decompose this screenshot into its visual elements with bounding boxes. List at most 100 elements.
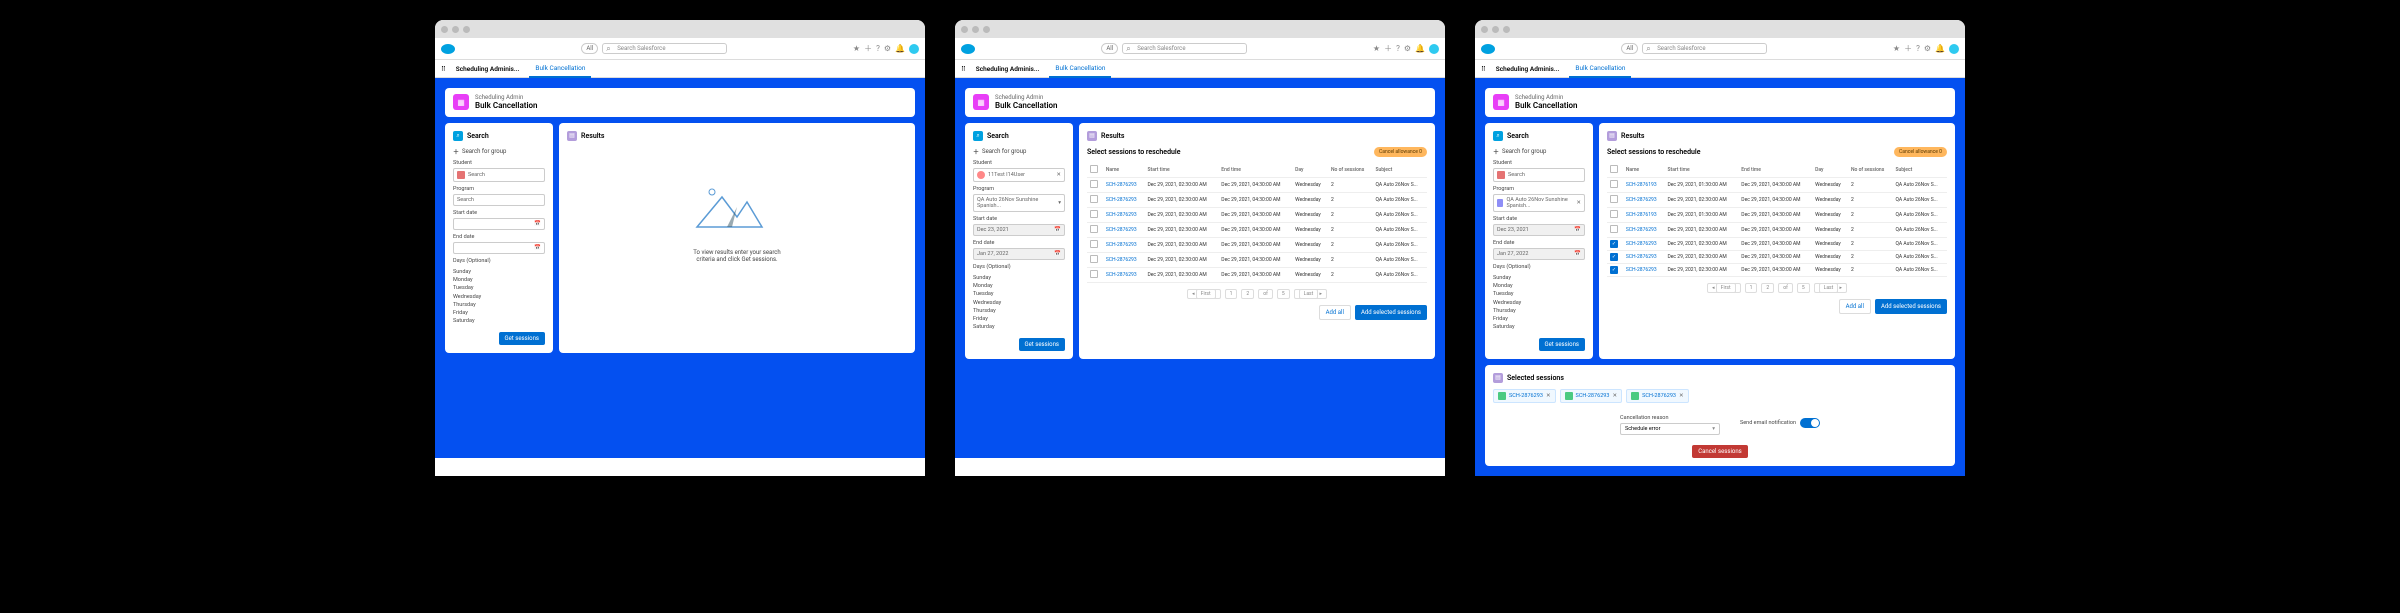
user-avatar[interactable] (1429, 44, 1439, 54)
row-checkbox[interactable] (1090, 210, 1098, 218)
remove-chip-icon[interactable]: ✕ (1679, 393, 1684, 399)
pager-page[interactable]: 2 (1241, 289, 1254, 299)
session-link[interactable]: SCH-2876193 (1626, 212, 1657, 218)
col-header[interactable]: No of sessions (1848, 163, 1893, 178)
row-checkbox[interactable] (1090, 255, 1098, 263)
session-link[interactable]: SCH-2876293 (1106, 242, 1137, 248)
day-option[interactable]: Saturday (1493, 323, 1585, 331)
row-checkbox[interactable] (1610, 210, 1618, 218)
day-option[interactable]: Thursday (973, 307, 1065, 315)
calendar-icon[interactable]: 📅 (534, 221, 541, 227)
day-option[interactable]: Wednesday (453, 293, 545, 301)
checkbox-all[interactable] (1610, 165, 1618, 173)
session-link[interactable]: SCH-2876293 (1626, 227, 1657, 233)
pager-first[interactable]: ◂ First (1187, 289, 1221, 299)
col-header[interactable]: Day (1292, 163, 1328, 178)
chevron-down-icon[interactable]: ▾ (1058, 200, 1061, 206)
get-sessions-button[interactable]: Get sessions (1539, 338, 1585, 351)
table-row[interactable]: SCH-2876193Dec 29, 2021, 01:30:00 AMDec … (1607, 177, 1947, 192)
app-launcher-icon[interactable]: ⠿ (441, 65, 446, 73)
clear-icon[interactable]: ✕ (1056, 172, 1061, 178)
day-option[interactable]: Sunday (973, 274, 1065, 282)
table-row[interactable]: SCH-2876293Dec 29, 2021, 02:30:00 AMDec … (1087, 222, 1427, 237)
table-row[interactable]: ✓SCH-2876293Dec 29, 2021, 02:30:00 AMDec… (1607, 250, 1947, 263)
remove-chip-icon[interactable]: ✕ (1546, 393, 1551, 399)
pager-page[interactable]: 2 (1761, 283, 1774, 293)
help-icon[interactable]: ? (876, 44, 880, 53)
pager-first[interactable]: ◂ First (1707, 283, 1741, 293)
add-selected-button[interactable]: Add selected sessions (1355, 305, 1427, 320)
selected-chip[interactable]: SCH-2876293✕ (1560, 389, 1623, 403)
session-link[interactable]: SCH-2876293 (1106, 212, 1137, 218)
pager-last[interactable]: Last ▸ (1294, 289, 1327, 299)
notifications-bell-icon[interactable]: 🔔 (1935, 44, 1945, 53)
session-link[interactable]: SCH-2876293 (1106, 227, 1137, 233)
table-row[interactable]: SCH-2876293Dec 29, 2021, 02:30:00 AMDec … (1087, 177, 1427, 192)
program-input[interactable]: Search (453, 194, 545, 206)
table-row[interactable]: SCH-2876293Dec 29, 2021, 02:30:00 AMDec … (1087, 267, 1427, 282)
tab-bulk-cancellation[interactable]: Bulk Cancellation (1569, 60, 1631, 78)
program-pill[interactable]: QA Auto 26Nov Sunshine Spanish...✕ (1493, 194, 1585, 212)
day-option[interactable]: Thursday (453, 301, 545, 309)
add-icon[interactable]: ＋ (1384, 43, 1392, 54)
favorites-icon[interactable]: ★ (1893, 44, 1900, 53)
help-icon[interactable]: ? (1916, 44, 1920, 53)
row-checkbox[interactable] (1090, 180, 1098, 188)
add-all-button[interactable]: Add all (1839, 299, 1871, 314)
day-option[interactable]: Thursday (1493, 307, 1585, 315)
remove-chip-icon[interactable]: ✕ (1612, 393, 1617, 399)
col-header[interactable]: Subject (1892, 163, 1947, 178)
row-checkbox[interactable]: ✓ (1610, 253, 1618, 261)
day-option[interactable]: Monday (1493, 282, 1585, 290)
app-launcher-icon[interactable]: ⠿ (961, 65, 966, 73)
program-select[interactable]: QA Auto 26Nov Sunshine Spanish...▾ (973, 194, 1065, 212)
add-all-button[interactable]: Add all (1319, 305, 1351, 320)
table-row[interactable]: SCH-2876293Dec 29, 2021, 02:30:00 AMDec … (1087, 252, 1427, 267)
cancel-sessions-button[interactable]: Cancel sessions (1692, 445, 1748, 458)
day-option[interactable]: Sunday (1493, 274, 1585, 282)
table-row[interactable]: SCH-2876293Dec 29, 2021, 02:30:00 AMDec … (1087, 237, 1427, 252)
enddate-input[interactable]: 📅 (453, 242, 545, 254)
search-for-group-link[interactable]: ＋Search for group (973, 147, 1065, 156)
search-for-group-link[interactable]: ＋Search for group (453, 147, 545, 156)
startdate-input[interactable]: 📅 (453, 218, 545, 230)
pager[interactable]: ◂ First 1 2 of 5 Last ▸ (1087, 289, 1427, 299)
row-checkbox[interactable]: ✓ (1610, 240, 1618, 248)
day-option[interactable]: Friday (1493, 315, 1585, 323)
col-header[interactable]: End time (1738, 163, 1812, 178)
email-notif-toggle[interactable] (1800, 418, 1820, 428)
user-avatar[interactable] (1949, 44, 1959, 54)
table-row[interactable]: SCH-2876193Dec 29, 2021, 01:30:00 AMDec … (1607, 207, 1947, 222)
global-search-input[interactable]: Search Salesforce (602, 43, 726, 54)
table-row[interactable]: SCH-2876293Dec 29, 2021, 02:30:00 AMDec … (1607, 192, 1947, 207)
session-link[interactable]: SCH-2876293 (1106, 197, 1137, 203)
get-sessions-button[interactable]: Get sessions (1019, 338, 1065, 351)
global-search-input[interactable]: Search Salesforce (1122, 43, 1246, 54)
day-option[interactable]: Tuesday (453, 284, 545, 292)
selected-chip[interactable]: SCH-2876293✕ (1626, 389, 1689, 403)
clear-icon[interactable]: ✕ (1576, 200, 1581, 206)
calendar-icon[interactable]: 📅 (1574, 227, 1581, 233)
day-option[interactable]: Tuesday (1493, 290, 1585, 298)
col-header[interactable]: End time (1218, 163, 1292, 178)
col-header[interactable]: Day (1812, 163, 1848, 178)
col-header[interactable]: No of sessions (1328, 163, 1373, 178)
search-for-group-link[interactable]: ＋Search for group (1493, 147, 1585, 156)
table-row[interactable]: SCH-2876293Dec 29, 2021, 02:30:00 AMDec … (1087, 207, 1427, 222)
startdate-input[interactable]: Dec 23, 2021📅 (973, 224, 1065, 236)
table-row[interactable]: ✓SCH-2876293Dec 29, 2021, 02:30:00 AMDec… (1607, 263, 1947, 276)
table-row[interactable]: SCH-2876293Dec 29, 2021, 02:30:00 AMDec … (1607, 222, 1947, 237)
session-link[interactable]: SCH-2876293 (1626, 197, 1657, 203)
session-link[interactable]: SCH-2876293 (1106, 257, 1137, 263)
row-checkbox[interactable] (1090, 270, 1098, 278)
reason-select[interactable]: Schedule error (1620, 423, 1720, 435)
calendar-icon[interactable]: 📅 (534, 245, 541, 251)
days-list[interactable]: SundayMondayTuesdayWednesdayThursdayFrid… (1493, 274, 1585, 332)
search-scope-pill[interactable]: All (581, 43, 598, 54)
calendar-icon[interactable]: 📅 (1574, 251, 1581, 257)
row-checkbox[interactable] (1610, 225, 1618, 233)
session-link[interactable]: SCH-2876293 (1106, 182, 1137, 188)
notifications-bell-icon[interactable]: 🔔 (1415, 44, 1425, 53)
row-checkbox[interactable] (1610, 180, 1618, 188)
table-row[interactable]: SCH-2876293Dec 29, 2021, 02:30:00 AMDec … (1087, 192, 1427, 207)
